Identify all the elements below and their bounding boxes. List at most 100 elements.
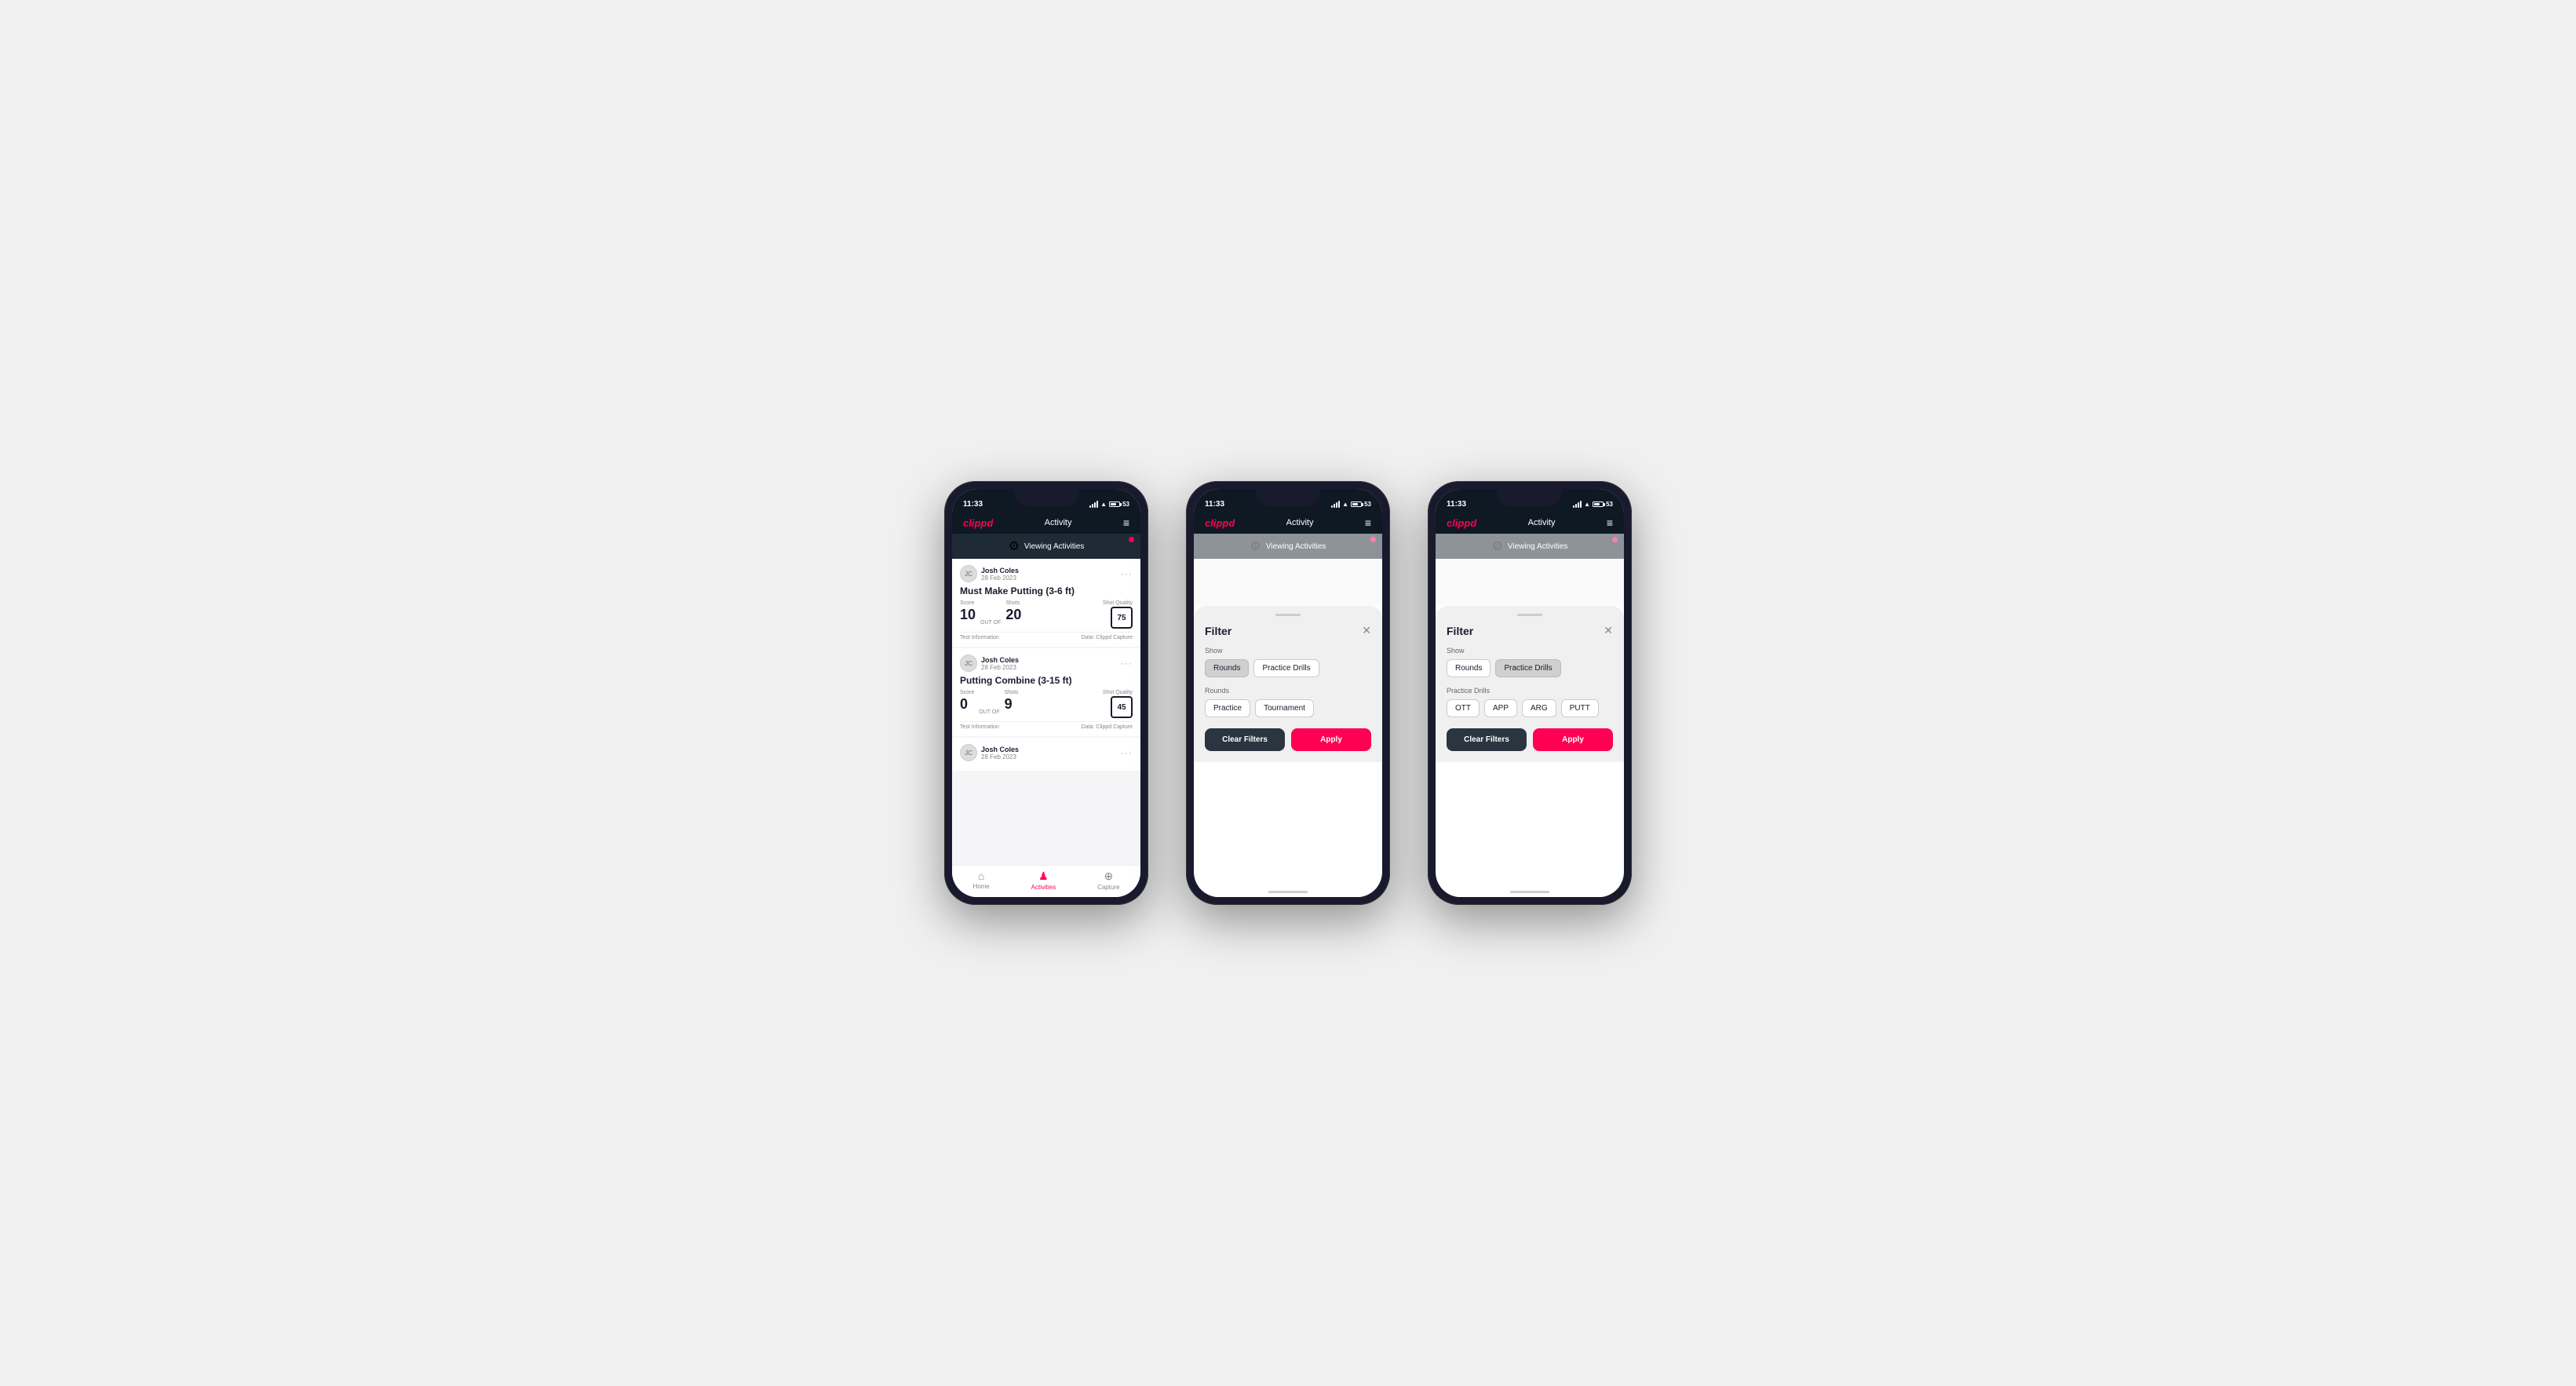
practice-drills-btn-3[interactable]: Practice Drills [1495, 659, 1560, 677]
filter-banner-2: ⚙ Viewing Activities [1194, 534, 1382, 559]
home-bar-2 [1268, 891, 1308, 893]
content-1: JC Josh Coles 28 Feb 2023 ··· Must Make … [952, 559, 1140, 865]
filter-dot-2 [1370, 537, 1376, 542]
card-menu-3[interactable]: ··· [1121, 747, 1133, 758]
user-details-2: Josh Coles 28 Feb 2023 [981, 656, 1019, 671]
filter-modal-2: Filter ✕ Show Rounds Practice Drills Rou… [1194, 606, 1382, 762]
hamburger-icon-1[interactable]: ≡ [1123, 516, 1129, 529]
user-date-3: 28 Feb 2023 [981, 753, 1019, 760]
modal-close-2[interactable]: ✕ [1362, 624, 1371, 637]
shot-quality-label-2: Shot Quality [1103, 690, 1133, 695]
notch-3 [1498, 489, 1561, 506]
notch [1015, 489, 1078, 506]
wifi-icon-3: ▲ [1584, 501, 1590, 508]
nav-capture-1[interactable]: ⊕ Capture [1097, 870, 1119, 891]
battery-fill-2 [1352, 503, 1358, 505]
user-date-1: 28 Feb 2023 [981, 574, 1019, 582]
score-value-1: 10 [960, 607, 976, 623]
outof-1: OUT OF [980, 620, 1001, 626]
user-info-1: JC Josh Coles 28 Feb 2023 [960, 565, 1019, 582]
nav-home-1[interactable]: ⌂ Home [972, 870, 989, 891]
capture-icon-1: ⊕ [1104, 870, 1113, 883]
rounds-buttons-2: Practice Tournament [1205, 699, 1371, 717]
home-icon-1: ⌂ [978, 870, 984, 882]
home-indicator-3 [1436, 887, 1624, 897]
card-stats-2: Score 0 OUT OF Shots 9 Shot Quality 45 [960, 690, 1133, 718]
filter-banner-text-2: Viewing Activities [1266, 542, 1326, 551]
status-time-3: 11:33 [1447, 500, 1466, 509]
card-menu-1[interactable]: ··· [1121, 568, 1133, 579]
shots-group-1: Shots 20 [1005, 600, 1021, 623]
modal-handle-3 [1517, 614, 1542, 616]
status-time-2: 11:33 [1205, 500, 1224, 509]
practice-round-btn-2[interactable]: Practice [1205, 699, 1250, 717]
phone-1: 11:33 ▲ 53 clippd [944, 481, 1148, 905]
modal-header-3: Filter ✕ [1447, 624, 1613, 637]
battery-fill-1 [1111, 503, 1116, 505]
card-title-1: Must Make Putting (3-6 ft) [960, 585, 1133, 596]
phone-1-inner: 11:33 ▲ 53 clippd [952, 489, 1140, 897]
activities-label-1: Activities [1031, 884, 1056, 891]
modal-close-3[interactable]: ✕ [1604, 624, 1613, 637]
rounds-btn-3[interactable]: Rounds [1447, 659, 1491, 677]
nav-bar-1: clippd Activity ≡ [952, 512, 1140, 534]
modal-title-3: Filter [1447, 625, 1473, 637]
card-info-2: Test Information [960, 724, 999, 730]
outof-2: OUT OF [979, 709, 999, 715]
score-group-2: Score 0 [960, 690, 974, 713]
user-name-3: Josh Coles [981, 746, 1019, 753]
nav-title-3: Activity [1528, 518, 1556, 527]
status-icons-1: ▲ 53 [1089, 501, 1129, 508]
drills-buttons-3: OTT APP ARG PUTT [1447, 699, 1613, 717]
user-name-1: Josh Coles [981, 567, 1019, 574]
card-menu-2[interactable]: ··· [1121, 658, 1133, 669]
ott-btn-3[interactable]: OTT [1447, 699, 1480, 717]
shots-group-2: Shots 9 [1005, 690, 1019, 713]
card-data-1: Data: Clippd Capture [1082, 635, 1133, 640]
user-details-3: Josh Coles 28 Feb 2023 [981, 746, 1019, 760]
nav-title-1: Activity [1045, 518, 1072, 527]
hamburger-icon-3[interactable]: ≡ [1607, 516, 1613, 529]
tournament-btn-2[interactable]: Tournament [1255, 699, 1314, 717]
nav-title-2: Activity [1286, 518, 1314, 527]
shot-quality-group-2: Shot Quality 45 [1103, 690, 1133, 718]
battery-text-2: 53 [1364, 501, 1371, 508]
modal-header-2: Filter ✕ [1205, 624, 1371, 637]
filter-banner-1[interactable]: ⚙ Viewing Activities [952, 534, 1140, 559]
activity-card-2: JC Josh Coles 28 Feb 2023 ··· Putting Co… [952, 648, 1140, 736]
signal-bars-3 [1573, 501, 1582, 508]
shot-quality-group-1: Shot Quality 75 [1103, 600, 1133, 629]
show-label-3: Show [1447, 647, 1613, 655]
clear-filters-btn-2[interactable]: Clear Filters [1205, 728, 1285, 751]
wifi-icon-1: ▲ [1100, 501, 1107, 508]
arg-btn-3[interactable]: ARG [1522, 699, 1556, 717]
capture-label-1: Capture [1097, 884, 1119, 891]
clippd-logo-3: clippd [1447, 517, 1476, 529]
status-icons-2: ▲ 53 [1331, 501, 1371, 508]
home-bar-3 [1510, 891, 1549, 893]
hamburger-icon-2[interactable]: ≡ [1365, 516, 1371, 529]
notch-2 [1257, 489, 1319, 506]
shots-value-2: 9 [1005, 696, 1019, 713]
card-header-2: JC Josh Coles 28 Feb 2023 ··· [960, 655, 1133, 672]
apply-btn-3[interactable]: Apply [1533, 728, 1613, 751]
card-footer-2: Test Information Data: Clippd Capture [960, 721, 1133, 730]
user-date-2: 28 Feb 2023 [981, 664, 1019, 671]
shots-value-1: 20 [1005, 607, 1021, 623]
battery-icon-1 [1109, 502, 1120, 507]
card-header-1: JC Josh Coles 28 Feb 2023 ··· [960, 565, 1133, 582]
rounds-btn-2[interactable]: Rounds [1205, 659, 1249, 677]
clippd-logo-2: clippd [1205, 517, 1235, 529]
nav-activities-1[interactable]: ♟ Activities [1031, 870, 1056, 891]
clear-filters-btn-3[interactable]: Clear Filters [1447, 728, 1527, 751]
rounds-section-2: Rounds Practice Tournament [1205, 687, 1371, 717]
putt-btn-3[interactable]: PUTT [1561, 699, 1599, 717]
apply-btn-2[interactable]: Apply [1291, 728, 1371, 751]
card-stats-1: Score 10 OUT OF Shots 20 Shot Quality 75 [960, 600, 1133, 629]
practice-drills-btn-2[interactable]: Practice Drills [1253, 659, 1319, 677]
phone-3: 11:33 ▲ 53 clippd [1428, 481, 1632, 905]
app-btn-3[interactable]: APP [1484, 699, 1517, 717]
battery-icon-3 [1593, 502, 1604, 507]
status-time-1: 11:33 [963, 500, 983, 509]
show-section-3: Show Rounds Practice Drills [1447, 647, 1613, 677]
